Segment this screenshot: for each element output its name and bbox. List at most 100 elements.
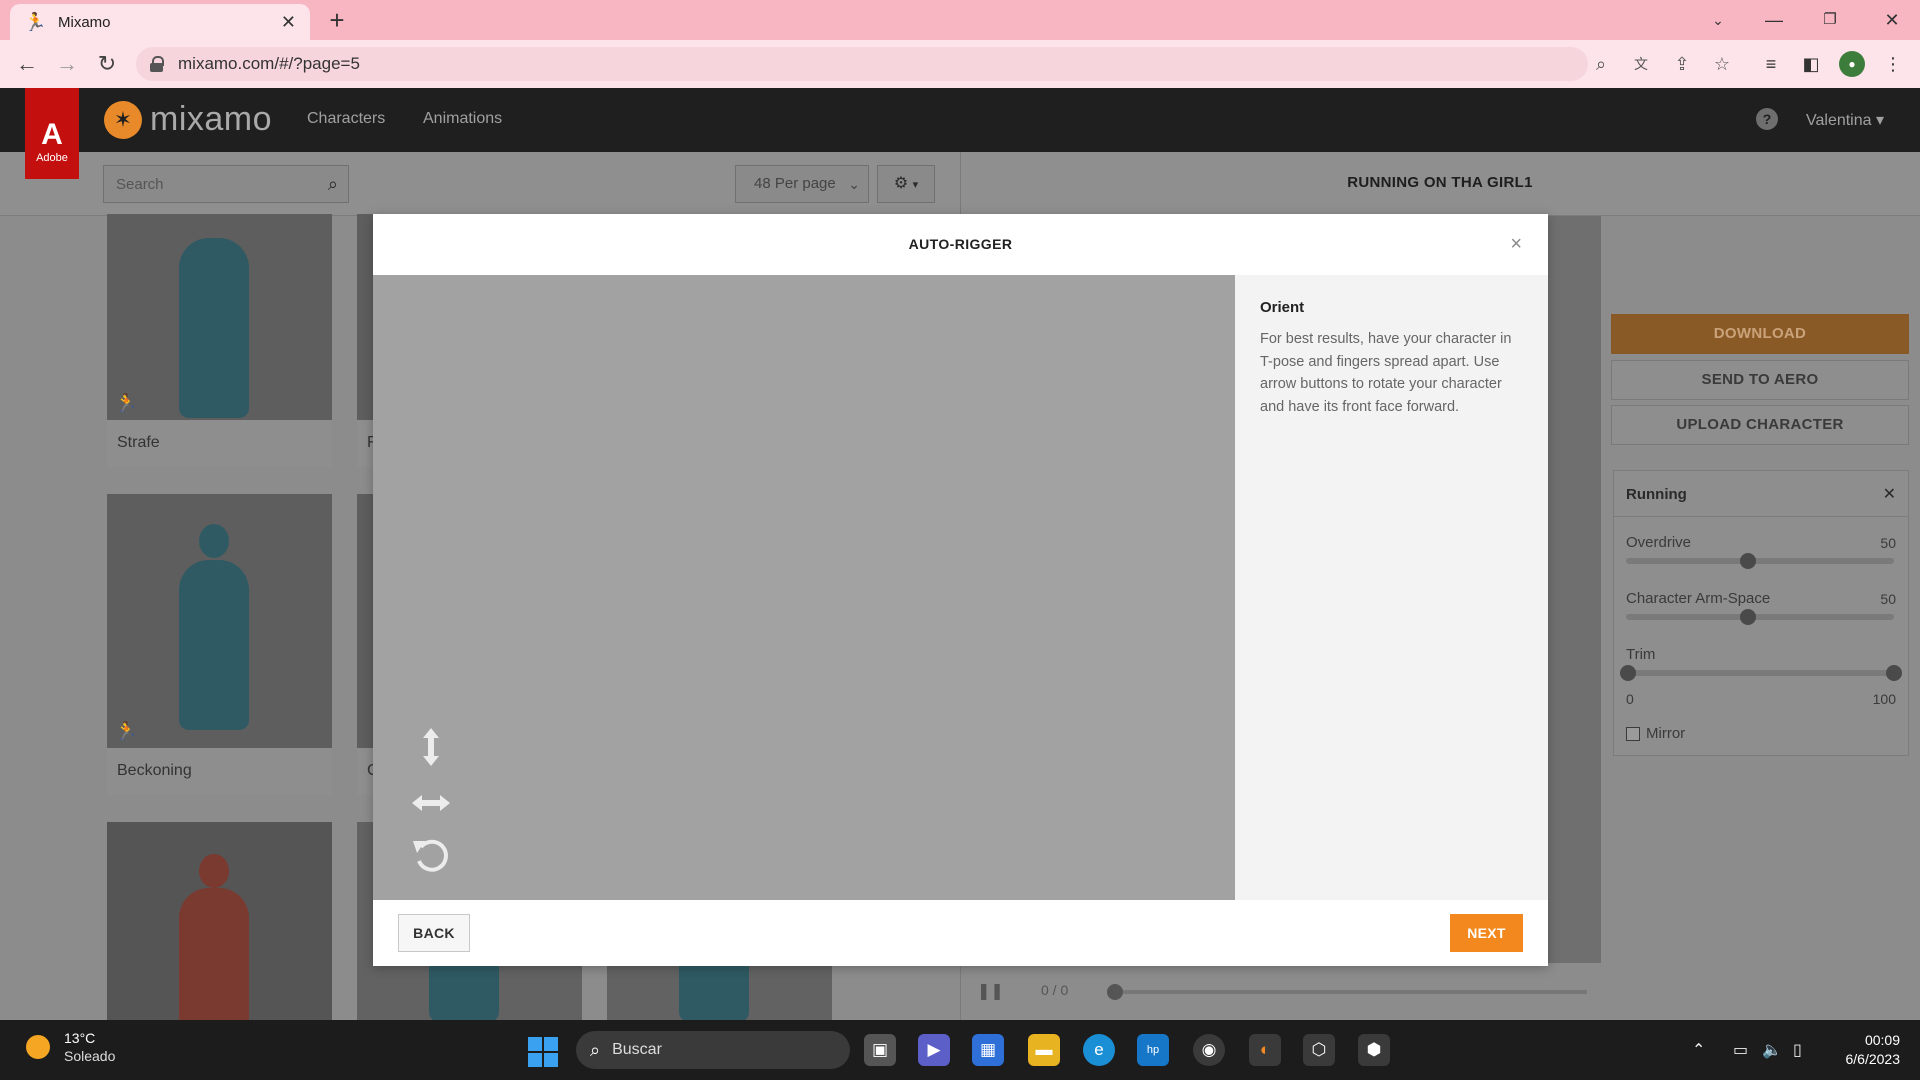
arm-space-label: Character Arm-Space bbox=[1626, 590, 1771, 607]
download-button[interactable]: DOWNLOAD bbox=[1611, 314, 1909, 354]
top-navigation: ✶ mixamo Characters Animations ? Valenti… bbox=[0, 88, 1920, 152]
rotate-icon[interactable] bbox=[409, 833, 453, 877]
running-figure-icon: 🏃 bbox=[115, 721, 138, 741]
forward-arrow-icon[interactable]: → bbox=[52, 49, 82, 79]
vertical-arrows-icon[interactable] bbox=[409, 725, 453, 769]
close-icon[interactable]: ✕ bbox=[1883, 484, 1896, 504]
character-figure bbox=[179, 560, 249, 730]
character-figure bbox=[179, 888, 249, 1020]
mixamo-app: ✶ mixamo Characters Animations ? Valenti… bbox=[0, 88, 1920, 1020]
playback-bar: ❚❚ 0 / 0 bbox=[961, 963, 1601, 1020]
pause-icon[interactable]: ❚❚ bbox=[977, 981, 1004, 1001]
system-clock[interactable]: 00:09 6/6/2023 bbox=[1820, 1031, 1901, 1069]
reload-icon[interactable]: ↻ bbox=[92, 49, 122, 79]
translate-icon[interactable]: 文 bbox=[1629, 52, 1653, 76]
chrome-icon[interactable]: ◉ bbox=[1193, 1034, 1225, 1066]
instructions-panel: Orient For best results, have your chara… bbox=[1235, 275, 1548, 900]
search-box[interactable]: ⌕ bbox=[103, 165, 349, 203]
user-menu[interactable]: Valentina ▾ bbox=[1806, 110, 1884, 130]
upload-character-button[interactable]: UPLOAD CHARACTER bbox=[1611, 405, 1909, 445]
restore-icon[interactable]: ❐ bbox=[1802, 0, 1858, 40]
tab-title: Mixamo bbox=[58, 13, 111, 31]
animation-thumbnail: 🏃 bbox=[107, 214, 332, 420]
task-view-icon[interactable]: ▣ bbox=[864, 1034, 896, 1066]
step-title: Orient bbox=[1260, 299, 1305, 316]
chevron-up-icon[interactable]: ⌃ bbox=[1692, 1040, 1705, 1060]
new-tab-button[interactable]: + bbox=[322, 6, 352, 36]
address-bar[interactable]: mixamo.com/#/?page=5 bbox=[136, 47, 1588, 81]
character-head bbox=[199, 854, 229, 888]
search-input[interactable] bbox=[116, 175, 316, 193]
store-icon[interactable]: ▦ bbox=[972, 1034, 1004, 1066]
teams-icon[interactable]: ▶ bbox=[918, 1034, 950, 1066]
unity-hub-icon[interactable]: ⬢ bbox=[1358, 1034, 1390, 1066]
nav-animations[interactable]: Animations bbox=[423, 110, 502, 128]
animation-card[interactable]: 🏃 Strafe bbox=[107, 214, 332, 467]
rig-preview-stage[interactable] bbox=[373, 275, 1235, 900]
sun-icon bbox=[26, 1035, 50, 1059]
unity-icon[interactable]: ⬡ bbox=[1303, 1034, 1335, 1066]
animation-thumbnail: 🏃 bbox=[107, 494, 332, 748]
timeline-track[interactable] bbox=[1111, 990, 1587, 994]
browser-menu-icon[interactable]: ⋮ bbox=[1880, 51, 1906, 77]
browser-tab[interactable]: 🏃 Mixamo ✕ bbox=[10, 4, 310, 40]
myhp-icon[interactable]: hp bbox=[1137, 1034, 1169, 1066]
back-arrow-icon[interactable]: ← bbox=[12, 49, 42, 79]
arm-space-value: 50 bbox=[1880, 591, 1896, 607]
checkbox-icon bbox=[1626, 726, 1640, 741]
back-button[interactable]: BACK bbox=[398, 914, 470, 952]
horizontal-arrows-icon[interactable] bbox=[409, 781, 453, 825]
right-panel: DOWNLOAD SEND TO AERO UPLOAD CHARACTER R… bbox=[1601, 216, 1920, 1020]
nav-characters[interactable]: Characters bbox=[307, 110, 385, 128]
taskbar-search[interactable]: ⌕ Buscar bbox=[576, 1031, 850, 1069]
volume-icon[interactable]: 🔈 bbox=[1762, 1040, 1782, 1060]
file-explorer-icon[interactable]: ▬ bbox=[1028, 1034, 1060, 1066]
help-icon[interactable]: ? bbox=[1756, 108, 1778, 130]
mixamo-logo[interactable]: ✶ mixamo bbox=[104, 100, 272, 139]
trim-start-knob[interactable] bbox=[1620, 665, 1636, 681]
mixamo-logo-icon: ✶ bbox=[104, 100, 142, 139]
arm-space-slider[interactable] bbox=[1626, 614, 1894, 620]
blender-icon[interactable]: ◐ bbox=[1249, 1034, 1281, 1066]
animation-settings: Running ✕ Overdrive 50 Character Arm-Spa… bbox=[1613, 470, 1909, 756]
animation-card[interactable] bbox=[107, 822, 332, 1020]
window-close-icon[interactable]: ✕ bbox=[1864, 0, 1920, 40]
trim-slider[interactable] bbox=[1626, 670, 1894, 676]
modal-title: AUTO-RIGGER bbox=[908, 236, 1013, 252]
side-panel-icon[interactable]: ◧ bbox=[1798, 51, 1824, 77]
next-button[interactable]: NEXT bbox=[1450, 914, 1523, 952]
timeline-knob[interactable] bbox=[1107, 984, 1123, 1000]
minimize-icon[interactable]: — bbox=[1746, 0, 1802, 40]
per-page-select[interactable]: 48 Per page ⌄ bbox=[735, 165, 869, 203]
overdrive-knob[interactable] bbox=[1740, 553, 1756, 569]
windows-start-icon[interactable] bbox=[528, 1037, 558, 1067]
animation-card[interactable]: 🏃 Beckoning bbox=[107, 494, 332, 795]
adobe-label: Adobe bbox=[36, 152, 68, 164]
search-icon[interactable]: ⌕ bbox=[328, 174, 338, 195]
tab-search-chevron-icon[interactable]: ⌄ bbox=[1690, 0, 1746, 40]
send-to-aero-button[interactable]: SEND TO AERO bbox=[1611, 360, 1909, 400]
trim-min: 0 bbox=[1626, 691, 1634, 707]
taskbar-search-label: Buscar bbox=[612, 1041, 662, 1058]
weather-condition: Soleado bbox=[64, 1048, 116, 1064]
zoom-icon[interactable]: ⌕ bbox=[1589, 52, 1613, 76]
mirror-checkbox[interactable]: Mirror bbox=[1626, 725, 1685, 742]
browser-tab-bar: 🏃 Mixamo ✕ + ⌄ — ❐ ✕ bbox=[0, 0, 1920, 40]
per-page-value: 48 Per page bbox=[754, 175, 836, 192]
adobe-logo[interactable]: A Adobe bbox=[25, 88, 79, 179]
tab-close-icon[interactable]: ✕ bbox=[281, 12, 296, 33]
battery-icon[interactable]: ▯ bbox=[1793, 1040, 1802, 1060]
profile-avatar[interactable]: ● bbox=[1839, 51, 1865, 77]
overdrive-value: 50 bbox=[1880, 535, 1896, 551]
media-queue-icon[interactable]: ≡ bbox=[1758, 51, 1784, 77]
arm-space-knob[interactable] bbox=[1740, 609, 1756, 625]
settings-dropdown[interactable]: ⚙ ▾ bbox=[877, 165, 935, 203]
share-icon[interactable]: ⇪ bbox=[1670, 52, 1694, 76]
star-icon[interactable]: ☆ bbox=[1710, 52, 1734, 76]
edge-icon[interactable]: e bbox=[1083, 1034, 1115, 1066]
network-icon[interactable]: ▭ bbox=[1733, 1040, 1748, 1060]
trim-end-knob[interactable] bbox=[1886, 665, 1902, 681]
close-icon[interactable]: × bbox=[1510, 234, 1522, 254]
overdrive-slider[interactable] bbox=[1626, 558, 1894, 564]
weather-widget[interactable]: 13°C Soleado bbox=[26, 1030, 115, 1064]
